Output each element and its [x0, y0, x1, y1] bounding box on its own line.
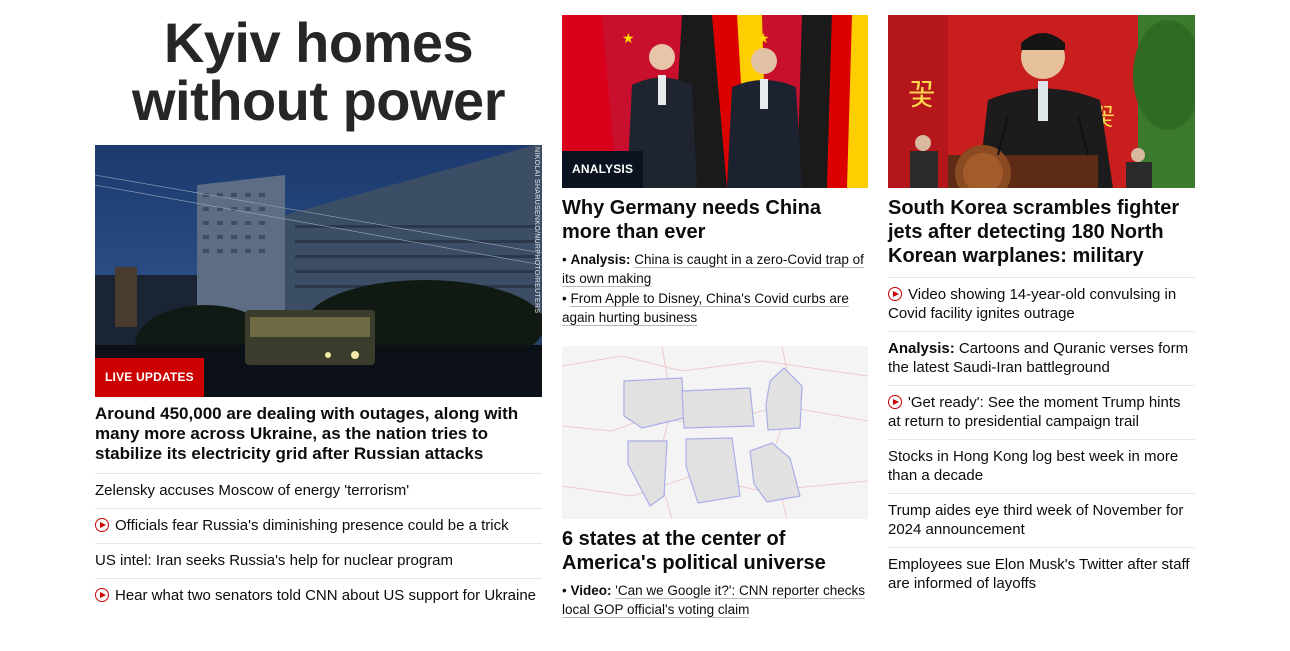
hero-title[interactable]: Kyiv homes without power: [95, 14, 542, 130]
six-states-headline[interactable]: 6 states at the center of America's poli…: [562, 527, 868, 575]
germany-china-bullets: • Analysis: China is caught in a zero-Co…: [562, 250, 868, 327]
swing-states-map[interactable]: [562, 346, 868, 519]
middle-column: ★ ★ ANALYSIS Why Germany needs China mor…: [562, 0, 868, 620]
list-item[interactable]: Employees sue Elon Musk's Twitter after …: [888, 547, 1195, 601]
svg-text:★: ★: [757, 30, 770, 46]
list-item[interactable]: Officials fear Russia's diminishing pres…: [95, 508, 542, 543]
list-item[interactable]: Zelensky accuses Moscow of energy 'terro…: [95, 473, 542, 508]
photo-credit: NIKOLAI SHARUSENKO/NURPHOTO/REUTERS: [533, 147, 540, 314]
list-item[interactable]: Video showing 14-year-old convulsing in …: [888, 277, 1195, 331]
list-item[interactable]: 'Get ready': See the moment Trump hints …: [888, 385, 1195, 439]
play-icon: [95, 518, 109, 532]
kim-jong-un-photo[interactable]: 꽃 꽃: [888, 15, 1195, 188]
germany-china-headline[interactable]: Why Germany needs China more than ever: [562, 196, 868, 244]
list-item[interactable]: Analysis: Cartoons and Quranic verses fo…: [888, 331, 1195, 385]
states-map-illustration: [562, 346, 868, 519]
list-item[interactable]: US intel: Iran seeks Russia's help for n…: [95, 543, 542, 578]
list-item[interactable]: • From Apple to Disney, China's Covid cu…: [562, 289, 868, 327]
kim-photo-illustration: 꽃 꽃: [888, 15, 1195, 188]
right-related-links: Video showing 14-year-old convulsing in …: [888, 277, 1195, 601]
list-item[interactable]: Hear what two senators told CNN about US…: [95, 578, 542, 613]
south-korea-headline[interactable]: South Korea scrambles fighter jets after…: [888, 196, 1195, 268]
list-item[interactable]: • Video: 'Can we Google it?': CNN report…: [562, 581, 868, 619]
play-icon: [888, 395, 902, 409]
lead-related-links: Zelensky accuses Moscow of energy 'terro…: [95, 473, 542, 613]
live-updates-badge: LIVE UPDATES: [95, 358, 204, 397]
play-icon: [888, 287, 902, 301]
svg-text:꽃: 꽃: [908, 79, 936, 112]
play-icon: [95, 588, 109, 602]
svg-text:★: ★: [622, 30, 635, 46]
right-column: 꽃 꽃 South Korea scrambles fighter jets a…: [888, 0, 1195, 601]
analysis-badge: ANALYSIS: [562, 151, 644, 188]
list-item[interactable]: Trump aides eye third week of November f…: [888, 493, 1195, 547]
kyiv-night-photo[interactable]: NIKOLAI SHARUSENKO/NURPHOTO/REUTERS LIVE…: [95, 145, 542, 397]
scholz-xi-photo[interactable]: ★ ★ ANALYSIS: [562, 15, 868, 188]
lead-headline[interactable]: Around 450,000 are dealing with outages,…: [95, 404, 542, 464]
list-item[interactable]: • Analysis: China is caught in a zero-Co…: [562, 250, 868, 288]
six-states-bullets: • Video: 'Can we Google it?': CNN report…: [562, 581, 868, 619]
list-item[interactable]: Stocks in Hong Kong log best week in mor…: [888, 439, 1195, 493]
lead-story-column: Kyiv homes without power NIKOLAI SHARUSE…: [95, 0, 542, 613]
